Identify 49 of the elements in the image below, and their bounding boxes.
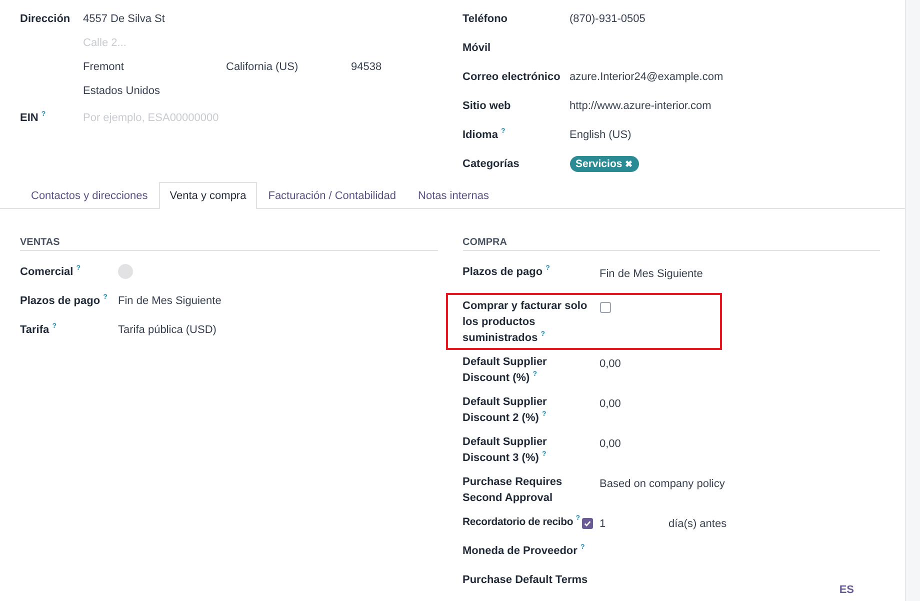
- field-label: Comercial $^{?}$: [20, 264, 82, 280]
- field-label: Default Supplier Discount (%) $^{?}$: [462, 355, 548, 386]
- field-label: Default Supplier Discount 3 (%) $^{?}$: [462, 435, 548, 466]
- field-label: Tarifa $^{?}$: [20, 322, 58, 338]
- field-value[interactable]: Fin de Mes Siguiente: [118, 293, 222, 309]
- field-value[interactable]: http://www.azure-interior.com: [570, 98, 712, 127]
- field-label: Teléfono: [462, 12, 509, 27]
- street-field[interactable]: 4557 De Silva St: [83, 11, 403, 27]
- tab[interactable]: Facturación / Contabilidad: [257, 182, 408, 209]
- field-value[interactable]: (870)-931-0505: [570, 11, 646, 40]
- checkbox[interactable]: [600, 302, 610, 313]
- zip-field[interactable]: 94538: [351, 59, 382, 75]
- field-value[interactable]: Tarifa pública (USD): [118, 322, 216, 338]
- avatar-icon[interactable]: [118, 264, 133, 279]
- field-label: Comprar y facturar solo los productos suministrados $^{?}$: [462, 299, 588, 346]
- language-button[interactable]: ES: [833, 583, 860, 597]
- field-value[interactable]: 0,00: [600, 394, 621, 412]
- field-value[interactable]: English (US): [570, 127, 632, 156]
- field-value[interactable]: azure.Interior24@example.com: [570, 69, 724, 98]
- field-label: Purchase Default Terms: [462, 573, 588, 588]
- tab[interactable]: Notas internas: [407, 182, 500, 209]
- country-field[interactable]: Estados Unidos: [83, 83, 403, 99]
- state-field[interactable]: California (US): [226, 59, 351, 75]
- section-title: COMPRA: [462, 237, 880, 251]
- field-label: Purchase Requires Second Approval: [462, 475, 564, 506]
- field-label: Plazos de pago $^{?}$: [20, 293, 108, 309]
- field-value[interactable]: 0,00: [600, 354, 621, 372]
- field-label: Móvil: [462, 41, 492, 56]
- field-label: Default Supplier Discount 2 (%) $^{?}$: [462, 395, 548, 426]
- field-label: Idioma $^{?}$: [462, 127, 506, 143]
- field-label: EIN $^{?}$: [20, 110, 47, 126]
- checkbox[interactable]: [582, 518, 593, 529]
- tab[interactable]: Venta y compra: [158, 182, 258, 209]
- field-label: Moneda de Proveedor $^{?}$: [462, 543, 585, 559]
- field-label: Plazos de pago $^{?}$: [462, 264, 550, 280]
- category-tag[interactable]: Servicios ✖: [570, 156, 640, 172]
- field-value[interactable]: 0,00: [600, 434, 621, 452]
- city-field[interactable]: Fremont: [83, 59, 226, 75]
- field-label: Dirección: [20, 12, 72, 27]
- section-title: VENTAS: [20, 237, 438, 251]
- field-value[interactable]: Fin de Mes Siguiente: [600, 264, 703, 282]
- days-field[interactable]: 1: [600, 514, 668, 532]
- field-value[interactable]: Based on company policy: [600, 474, 725, 492]
- field-label: Categorías: [462, 157, 520, 172]
- tab[interactable]: Contactos y direcciones: [20, 182, 159, 209]
- field-label: Sitio web: [462, 99, 512, 114]
- days-suffix: día(s) antes: [668, 517, 727, 532]
- field-label: Recordatorio de recibo $^{?}$: [462, 514, 580, 530]
- field-label: Correo electrónico: [462, 70, 562, 85]
